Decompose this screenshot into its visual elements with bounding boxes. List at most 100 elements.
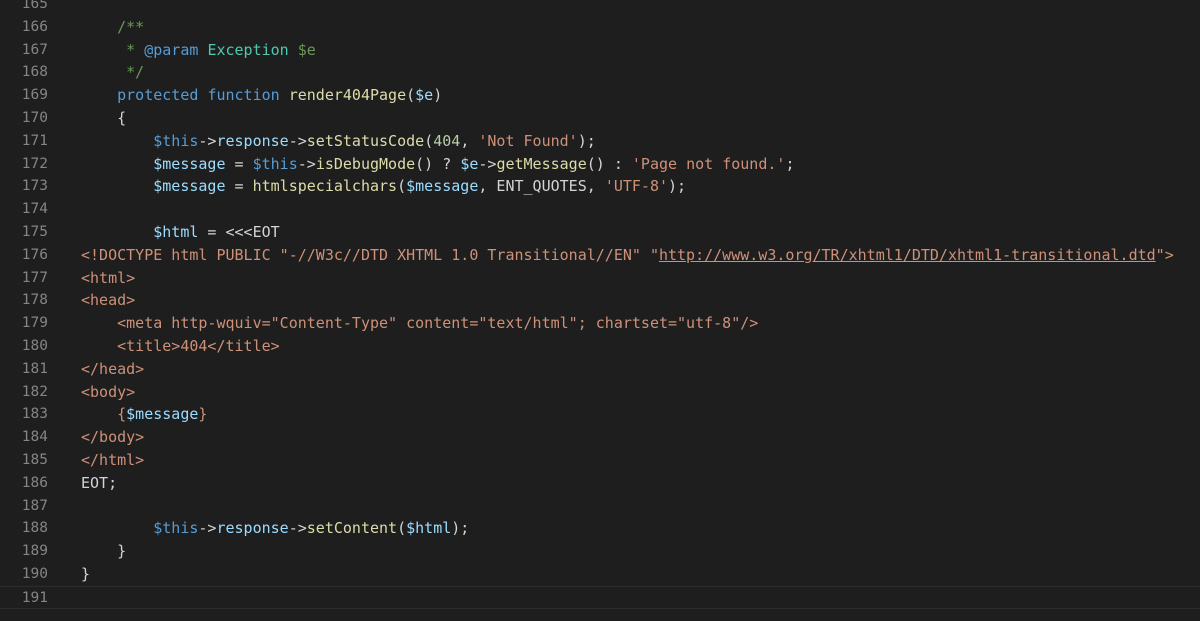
line-number: 167: [21, 41, 48, 58]
code-line[interactable]: 189 }: [0, 540, 1200, 563]
line-number: 166: [21, 18, 48, 35]
code-token: </body>: [81, 428, 145, 447]
code-line[interactable]: 168 */: [0, 61, 1200, 84]
code-text[interactable]: $message = $this->isDebugMode() ? $e->ge…: [81, 153, 794, 176]
code-token: </head>: [81, 359, 145, 378]
line-number: 184: [21, 429, 48, 446]
code-line[interactable]: 188 $this->response->setContent($html);: [0, 517, 1200, 540]
line-number: 171: [21, 132, 48, 149]
code-line[interactable]: 191: [0, 585, 1200, 609]
code-line[interactable]: 183 {$message}: [0, 403, 1200, 426]
code-token: $html: [153, 223, 199, 241]
code-token: ->: [297, 154, 316, 173]
code-text[interactable]: }: [81, 540, 126, 563]
code-token: isDebugMode: [315, 154, 416, 173]
line-number: 179: [21, 315, 48, 332]
code-text[interactable]: </body>: [81, 426, 144, 449]
code-line[interactable]: 169 protected function render404Page($e): [0, 84, 1200, 107]
line-number: 183: [21, 406, 48, 423]
code-line[interactable]: 176 <!DOCTYPE html PUBLIC "-//W3c//DTD XH…: [0, 244, 1200, 267]
code-line[interactable]: 187: [0, 495, 1200, 518]
code-text[interactable]: * @param Exception $e: [81, 39, 316, 62]
code-text[interactable]: <meta http-wquiv="Content-Type" content=…: [81, 312, 758, 335]
code-line[interactable]: 166 /**: [0, 16, 1200, 39]
code-token: ">: [1155, 245, 1174, 264]
code-token: <html>: [81, 268, 136, 287]
code-line[interactable]: 167 * @param Exception $e: [0, 39, 1200, 62]
code-token: 'UTF-8': [604, 177, 669, 196]
code-line[interactable]: 181 </head>: [0, 358, 1200, 381]
code-line[interactable]: 165: [0, 0, 1200, 16]
code-text[interactable]: $message = htmlspecialchars($message, EN…: [81, 175, 686, 198]
line-number: 176: [21, 246, 48, 263]
code-line[interactable]: 179 <meta http-wquiv="Content-Type" cont…: [0, 312, 1200, 335]
code-line[interactable]: 172 $message = $this->isDebugMode() ? $e…: [0, 153, 1200, 176]
code-token: http://www.w3.org/TR/xhtml1/DTD/xhtml1-t…: [658, 245, 1156, 264]
code-token: (: [424, 131, 434, 150]
code-text[interactable]: $this->response->setStatusCode(404, 'Not…: [81, 130, 596, 153]
code-token: (: [406, 86, 416, 105]
line-number: 180: [21, 338, 48, 354]
code-token: protected: [117, 86, 199, 105]
code-token: $message: [153, 177, 226, 196]
code-text[interactable]: protected function render404Page($e): [81, 84, 442, 107]
code-text[interactable]: <html>: [81, 267, 135, 290]
line-number: 181: [21, 360, 48, 377]
code-text[interactable]: <title>404</title>: [81, 335, 280, 358]
code-text[interactable]: {: [81, 107, 126, 130]
code-token: =: [225, 154, 253, 173]
code-text[interactable]: <head>: [81, 289, 135, 312]
code-line[interactable]: 180 <title>404</title>: [0, 335, 1200, 358]
code-token: $message: [153, 154, 226, 173]
line-number: 177: [21, 269, 48, 286]
code-token: 'Page not found.': [631, 154, 786, 173]
code-token: );: [451, 519, 470, 538]
code-line[interactable]: 182 <body>: [0, 381, 1200, 404]
code-token: {: [81, 405, 127, 424]
code-token: 'Not Found': [478, 131, 578, 150]
code-token: </html>: [81, 451, 145, 469]
code-line[interactable]: 175 $html = <<<EOT: [0, 221, 1200, 244]
code-text[interactable]: $this->response->setContent($html);: [81, 517, 469, 540]
code-text[interactable]: <body>: [81, 381, 135, 404]
code-line[interactable]: 174: [0, 198, 1200, 221]
code-text[interactable]: <!DOCTYPE html PUBLIC "-//W3c//DTD XHTML…: [81, 244, 1174, 267]
code-line[interactable]: 184 </body>: [0, 426, 1200, 449]
code-token: render404Page: [288, 86, 407, 105]
code-line[interactable]: 170 {: [0, 107, 1200, 130]
code-text[interactable]: }: [81, 563, 90, 586]
code-line[interactable]: 177 <html>: [0, 267, 1200, 290]
code-line[interactable]: 186 EOT;: [0, 472, 1200, 495]
line-number: 189: [21, 543, 48, 560]
code-text[interactable]: $html = <<<EOT: [81, 221, 280, 244]
code-token: $e: [415, 86, 434, 105]
code-token: $message: [406, 177, 479, 196]
code-line[interactable]: 173 $message = htmlspecialchars($message…: [0, 175, 1200, 198]
code-token: (: [397, 519, 407, 538]
code-text[interactable]: */: [81, 61, 144, 84]
code-token: = <<<EOT: [198, 223, 280, 241]
code-token: $e: [460, 154, 479, 173]
code-token: *: [126, 40, 145, 59]
code-text[interactable]: /**: [81, 16, 144, 39]
code-token: , ENT_QUOTES,: [478, 177, 605, 196]
code-text[interactable]: EOT;: [81, 472, 117, 495]
code-text[interactable]: </head>: [81, 358, 144, 381]
code-editor[interactable]: 165 166 /** 167 * @param Exception $e 168 *…: [0, 0, 1200, 621]
code-text[interactable]: </html>: [81, 449, 144, 472]
code-token: $message: [126, 405, 199, 424]
code-line[interactable]: 185 </html>: [0, 449, 1200, 472]
code-token: }: [81, 542, 127, 561]
code-text[interactable]: {$message}: [81, 403, 207, 426]
code-line[interactable]: 178 <head>: [0, 289, 1200, 312]
code-token: EOT;: [81, 473, 118, 492]
code-line[interactable]: 190}: [0, 563, 1200, 586]
code-token: ->: [288, 131, 307, 150]
code-token: htmlspecialchars: [252, 177, 398, 196]
code-token: 404: [433, 131, 461, 150]
code-line[interactable]: 171 $this->response->setStatusCode(404, …: [0, 130, 1200, 153]
